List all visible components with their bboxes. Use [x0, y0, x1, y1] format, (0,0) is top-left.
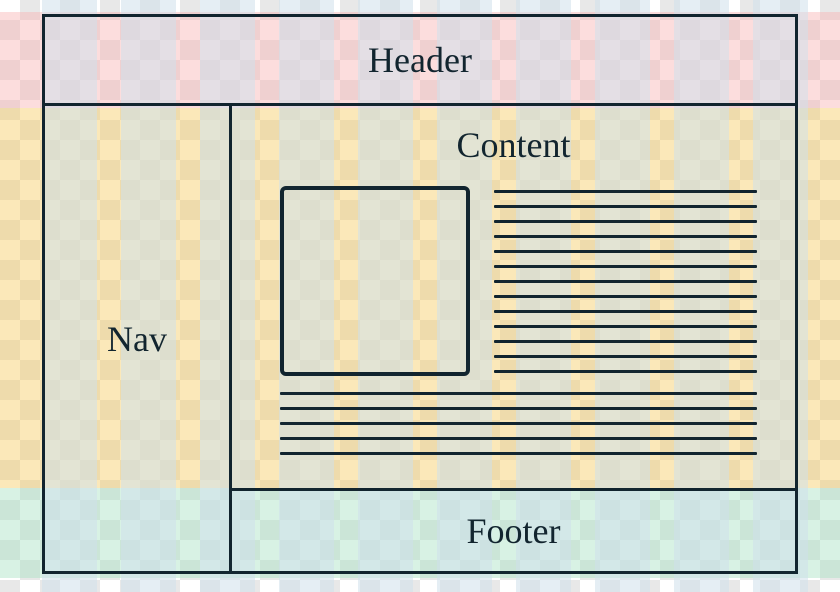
text-line	[494, 340, 757, 343]
text-line	[494, 220, 757, 223]
text-lines-wide	[280, 392, 757, 467]
text-line	[280, 422, 757, 425]
text-line	[494, 205, 757, 208]
image-placeholder	[280, 186, 470, 376]
text-line	[494, 370, 757, 373]
region-nav-label: Nav	[107, 318, 167, 360]
text-line	[494, 265, 757, 268]
content-mock	[280, 186, 757, 464]
text-line	[494, 310, 757, 313]
text-line	[280, 407, 757, 410]
text-line	[494, 280, 757, 283]
region-header-label: Header	[368, 39, 472, 81]
region-content-label: Content	[457, 125, 571, 165]
text-line	[494, 235, 757, 238]
text-line	[494, 355, 757, 358]
region-footer-label: Footer	[467, 510, 561, 552]
region-header: Header	[42, 14, 798, 106]
region-footer: Footer	[229, 488, 798, 574]
text-line	[494, 295, 757, 298]
text-line	[494, 325, 757, 328]
text-line	[280, 392, 757, 395]
text-lines-narrow	[494, 190, 757, 385]
region-nav: Nav	[42, 103, 232, 574]
layout-frame: Header Nav Content Footer	[42, 14, 798, 574]
text-line	[280, 437, 757, 440]
text-line	[280, 452, 757, 455]
region-content: Content	[229, 103, 798, 491]
text-line	[494, 190, 757, 193]
text-line	[494, 250, 757, 253]
